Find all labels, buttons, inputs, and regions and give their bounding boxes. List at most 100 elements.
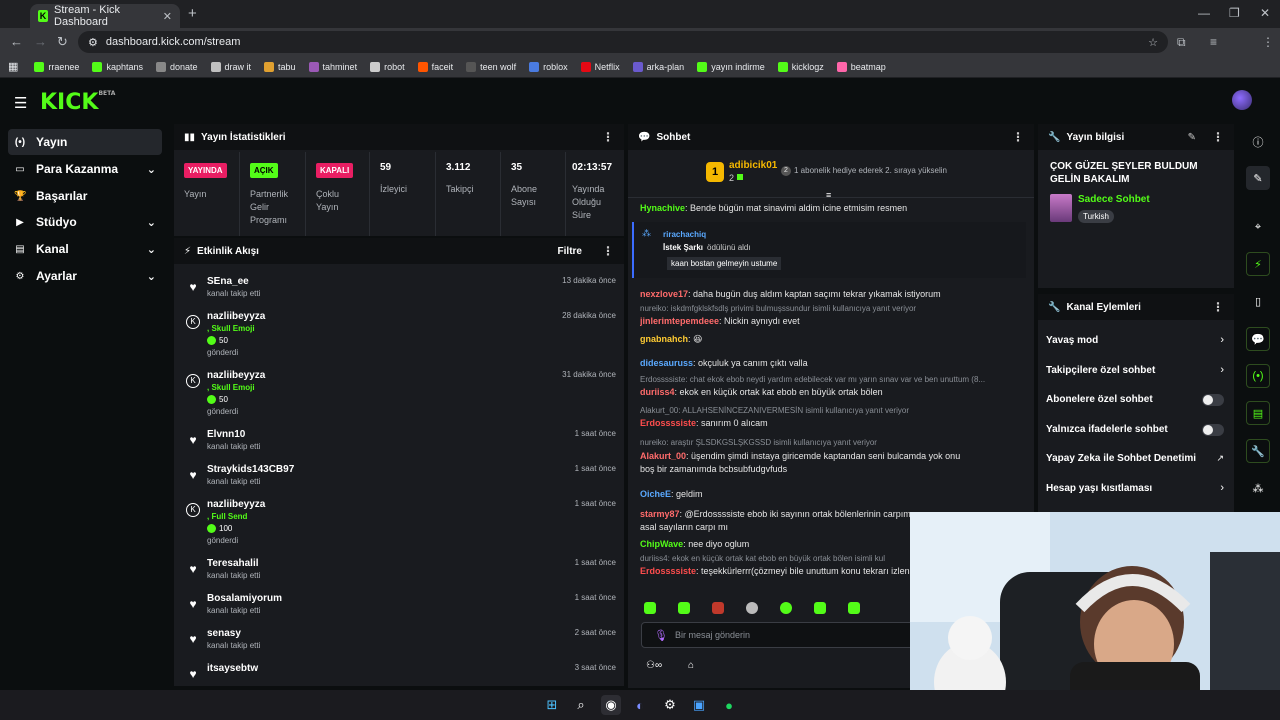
- nodes-icon[interactable]: ⁂: [1246, 476, 1270, 500]
- chat-username[interactable]: Hynachive: [640, 203, 685, 213]
- category-name[interactable]: Sadece Sohbet: [1078, 194, 1150, 205]
- actions-menu-icon[interactable]: ⋮: [1212, 300, 1224, 314]
- broadcast-icon[interactable]: (•): [1246, 364, 1270, 388]
- reward-username[interactable]: rirachachiq: [663, 230, 706, 239]
- bookmark-item[interactable]: robot: [370, 61, 405, 72]
- chat-username[interactable]: duriiss4: [640, 387, 675, 397]
- chat-username[interactable]: starmy87: [640, 509, 680, 519]
- activity-username[interactable]: senasy: [207, 628, 241, 639]
- user-avatar[interactable]: [1232, 90, 1252, 110]
- channel-action-row[interactable]: Yapay Zeka ile Sohbet Denetimi ↗: [1038, 450, 1234, 470]
- new-tab-icon[interactable]: +: [188, 5, 197, 22]
- photos-icon[interactable]: ▣: [689, 695, 709, 715]
- apps-grid-icon[interactable]: ▦: [8, 60, 18, 73]
- toggle-switch[interactable]: [1202, 423, 1224, 436]
- sidebar-item-3[interactable]: ▶ Stüdyo ⌄: [8, 209, 162, 235]
- chat-username[interactable]: OicheE: [640, 489, 671, 499]
- channel-action-row[interactable]: Hesap yaşı kısıtlaması ›: [1038, 480, 1234, 500]
- bookmark-item[interactable]: beatmap: [836, 61, 886, 72]
- discord-icon[interactable]: ◐: [630, 695, 650, 715]
- wrench-icon[interactable]: 🔧: [1246, 439, 1270, 463]
- bookmark-item[interactable]: Netflix: [580, 61, 620, 72]
- chat-username[interactable]: gnabnahch: [640, 334, 688, 344]
- toggle-switch[interactable]: [1202, 394, 1224, 406]
- extensions-icon[interactable]: ⧉: [1177, 35, 1186, 50]
- info-menu-icon[interactable]: ⋮: [1212, 130, 1224, 144]
- bookmark-star-icon[interactable]: ☆: [1148, 36, 1158, 49]
- pen-icon[interactable]: ✎: [1246, 166, 1270, 190]
- browser-tab[interactable]: K Stream - Kick Dashboard ✕: [30, 4, 180, 28]
- sidebar-item-1[interactable]: ▭ Para Kazanma ⌄: [8, 156, 162, 182]
- windows-start-icon[interactable]: ⊞: [542, 695, 562, 715]
- back-icon[interactable]: ←: [10, 34, 23, 49]
- chevron-right-icon[interactable]: ›: [1220, 482, 1224, 494]
- sidebar-item-0[interactable]: (•) Yayın: [8, 129, 162, 155]
- store-icon[interactable]: ⌂: [688, 660, 694, 671]
- channel-action-row[interactable]: Abonelere özel sohbet: [1038, 391, 1234, 411]
- site-info-icon[interactable]: ⚙: [88, 36, 98, 49]
- maximize-icon[interactable]: ❐: [1229, 6, 1240, 20]
- spotify-icon[interactable]: ●: [719, 695, 739, 715]
- external-link-icon[interactable]: ↗: [1216, 453, 1224, 464]
- tab-close-icon[interactable]: ✕: [163, 10, 172, 23]
- bookmark-item[interactable]: roblox: [529, 61, 568, 72]
- activity-username[interactable]: SEna_ee: [207, 276, 249, 287]
- emote-icon[interactable]: [848, 602, 860, 614]
- bookmark-item[interactable]: faceit: [417, 61, 453, 72]
- chevron-right-icon[interactable]: ›: [1220, 334, 1224, 346]
- activity-username[interactable]: nazliibeyyza: [207, 311, 265, 322]
- reload-icon[interactable]: ↻: [57, 34, 68, 50]
- scroll-down-icon[interactable]: ≡: [826, 190, 831, 200]
- emote-icon[interactable]: [644, 602, 656, 614]
- emote-icon[interactable]: [814, 602, 826, 614]
- activity-username[interactable]: Teresahalil: [207, 558, 259, 569]
- sidebar-item-4[interactable]: ▤ Kanal ⌄: [8, 236, 162, 262]
- activity-username[interactable]: itsaysebtw: [207, 663, 258, 674]
- filter-button[interactable]: Filtre: [558, 246, 582, 257]
- sidebar-item-2[interactable]: 🏆 Başarılar: [8, 183, 162, 209]
- bookmark-item[interactable]: draw it: [210, 61, 251, 72]
- bookmark-item[interactable]: donate: [155, 61, 198, 72]
- minimize-icon[interactable]: —: [1198, 6, 1210, 20]
- activity-menu-icon[interactable]: ⋮: [602, 244, 614, 258]
- stats-menu-icon[interactable]: ⋮: [602, 130, 614, 144]
- bookmark-item[interactable]: teen wolf: [466, 61, 516, 72]
- channel-action-row[interactable]: Takipçilere özel sohbet ›: [1038, 362, 1234, 382]
- edit-icon[interactable]: ✎: [1188, 132, 1196, 143]
- emote-icon[interactable]: [712, 602, 724, 614]
- save-icon[interactable]: ▤: [1246, 401, 1270, 425]
- address-bar[interactable]: ⚙ dashboard.kick.com/stream ☆: [78, 31, 1168, 53]
- chat-tools-icon[interactable]: ⚇∞: [646, 660, 662, 671]
- bookmark-item[interactable]: rraenee: [34, 61, 79, 72]
- search-icon[interactable]: ⌕: [571, 695, 591, 715]
- chat-username[interactable]: Erdossssiste: [640, 566, 696, 576]
- settings-app-icon[interactable]: ⚙: [660, 695, 680, 715]
- chat-bubble-icon[interactable]: 💬: [1246, 327, 1270, 351]
- info-icon[interactable]: ⓘ: [1246, 130, 1270, 154]
- clipboard-icon[interactable]: ▯: [1246, 289, 1270, 313]
- browser-menu-icon[interactable]: ⋮: [1262, 35, 1274, 49]
- chat-username[interactable]: nexzlove17: [640, 289, 688, 299]
- activity-username[interactable]: Straykids143CB97: [207, 464, 294, 475]
- activity-username[interactable]: Bosalamiyorum: [207, 593, 282, 604]
- chat-username[interactable]: didesauruss: [640, 358, 693, 368]
- chat-username[interactable]: jinlerimtepemdeee: [640, 316, 719, 326]
- bookmark-item[interactable]: tahminet: [308, 61, 357, 72]
- chat-username[interactable]: ChipWave: [640, 539, 683, 549]
- channel-action-row[interactable]: Yavaş mod ›: [1038, 332, 1234, 352]
- chat-username[interactable]: Erdossssiste: [640, 418, 696, 428]
- microphone-icon[interactable]: 🎙: [654, 629, 668, 642]
- activity-username[interactable]: Elvnn10: [207, 429, 245, 440]
- channel-action-row[interactable]: Yalnızca ifadelerle sohbet: [1038, 421, 1234, 441]
- chat-menu-icon[interactable]: ⋮: [1012, 130, 1024, 144]
- lightning-icon[interactable]: ⚡: [1246, 252, 1270, 276]
- chat-username[interactable]: Alakurt_00: [640, 451, 686, 461]
- leader-username[interactable]: adibicik01: [729, 160, 777, 171]
- activity-username[interactable]: nazliibeyyza: [207, 499, 265, 510]
- emote-icon[interactable]: [746, 602, 758, 614]
- kick-logo[interactable]: KICKBETA: [40, 90, 115, 115]
- activity-username[interactable]: nazliibeyyza: [207, 370, 265, 381]
- emote-icon[interactable]: [678, 602, 690, 614]
- forward-icon[interactable]: →: [34, 34, 47, 49]
- hamburger-menu-icon[interactable]: ☰: [14, 94, 27, 112]
